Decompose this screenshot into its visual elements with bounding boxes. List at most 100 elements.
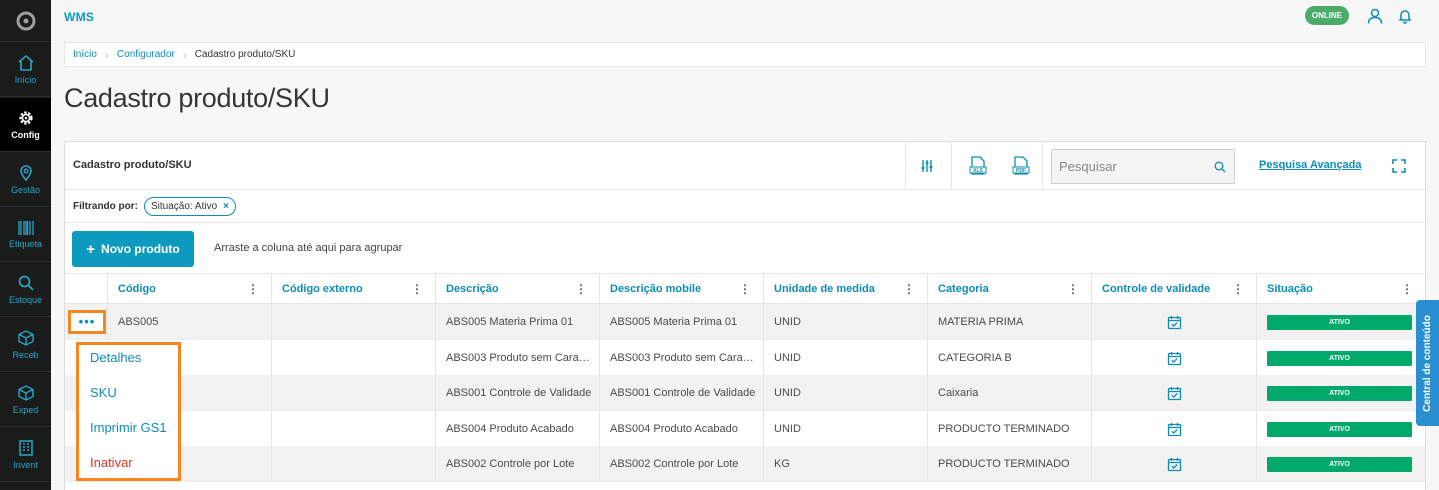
cell-codigo-externo (271, 411, 435, 447)
export-pdf-icon[interactable]: PDF (1009, 154, 1033, 178)
column-header-unidade[interactable]: Unidade de medida ⋮ (763, 274, 927, 303)
cell-text: UNID (774, 387, 801, 399)
row-actions-menu: Detalhes SKU Imprimir GS1 Inativar (76, 342, 181, 481)
cell-text: ABS001 Controle de Validade (446, 387, 592, 399)
table-row[interactable]: ABS001 Controle de Validade ABS001 Contro… (65, 375, 1425, 411)
bell-icon[interactable] (1395, 6, 1415, 26)
cell-text: Caixaria (938, 387, 979, 399)
fullscreen-icon[interactable] (1387, 154, 1411, 178)
cell-descricao-mobile: ABS004 Produto Acabado (599, 411, 763, 447)
cell-categoria: MATERIA PRIMA (927, 304, 1091, 340)
cell-controle-validade (1091, 446, 1256, 482)
menu-item-sku[interactable]: SKU (90, 385, 117, 400)
sidebar-item-exped[interactable]: Exped (0, 373, 51, 427)
sidebar-item-label: Início (14, 75, 37, 85)
status-badge: ATIVO (1267, 421, 1412, 437)
content-center-tab[interactable]: Central de conteúdo (1416, 300, 1439, 426)
column-header-situacao[interactable]: Situação ⋮ (1256, 274, 1425, 303)
svg-text:PDF: PDF (1016, 168, 1026, 174)
table-row[interactable]: ABS003 Produto sem Caracteristica ABS003 … (65, 340, 1425, 376)
calendar-check-icon (1167, 457, 1181, 471)
table-row[interactable]: ABS002 Controle por Lote ABS002 Controle … (65, 446, 1425, 482)
sidebar-item-estoque[interactable]: Estoque (0, 263, 51, 317)
box-icon (17, 330, 34, 346)
advanced-search-link[interactable]: Pesquisa Avançada (1259, 159, 1362, 171)
menu-item-inativar[interactable]: Inativar (90, 455, 133, 470)
sidebar-item-label: Estoque (8, 295, 43, 305)
column-menu-icon[interactable]: ⋮ (903, 283, 915, 295)
column-header-codigo-externo[interactable]: Código externo ⋮ (271, 274, 435, 303)
barcode-icon (17, 221, 34, 235)
sidebar-item-gestao[interactable]: Gestão (0, 153, 51, 207)
home-icon (17, 54, 34, 71)
sidebar-item-inicio[interactable]: Início (0, 43, 51, 97)
sidebar-item-etiqueta[interactable]: Etiqueta (0, 208, 51, 262)
new-product-label: Novo produto (101, 242, 180, 256)
online-status-badge: ONLINE (1305, 6, 1349, 25)
status-badge: ATIVO (1267, 456, 1412, 472)
column-header-descricao[interactable]: Descrição ⋮ (435, 274, 599, 303)
search-input[interactable] (1052, 150, 1202, 183)
filter-chip-situacao[interactable]: Situação: Ativo × (144, 196, 236, 216)
close-icon[interactable]: × (223, 201, 229, 212)
logo-icon[interactable] (0, 0, 51, 42)
column-header-descricao-mobile[interactable]: Descrição mobile ⋮ (599, 274, 763, 303)
more-horizontal-icon: ••• (78, 314, 96, 329)
column-header-controle-validade[interactable]: Controle de validade ⋮ (1091, 274, 1256, 303)
cell-codigo-externo (271, 340, 435, 376)
column-menu-icon[interactable]: ⋮ (1401, 283, 1413, 295)
column-menu-icon[interactable]: ⋮ (1067, 283, 1079, 295)
search-icon (18, 275, 34, 291)
cell-codigo-externo (271, 446, 435, 482)
cell-text: CATEGORIA B (938, 352, 1012, 364)
breadcrumb-item-configurador[interactable]: Configurador (117, 49, 175, 60)
breadcrumb: Início › Configurador › Cadastro produto… (64, 42, 1426, 67)
cell-text: ABS005 Materia Prima 01 (446, 316, 574, 328)
breadcrumb-item-inicio[interactable]: Início (73, 49, 97, 60)
sidebar-item-label: Receb (12, 350, 39, 360)
menu-item-imprimir-gs1[interactable]: Imprimir GS1 (90, 420, 167, 435)
cell-descricao-mobile: ABS005 Materia Prima 01 (599, 304, 763, 340)
search-icon[interactable] (1214, 160, 1226, 178)
cell-descricao: ABS002 Controle por Lote (435, 446, 599, 482)
cell-text: ABS003 Produto sem Caracteristica (446, 352, 599, 364)
sidebar-item-config[interactable]: Config (0, 98, 51, 152)
cell-descricao: ABS005 Materia Prima 01 (435, 304, 599, 340)
user-icon[interactable] (1365, 6, 1385, 26)
cell-situacao: ATIVO (1256, 375, 1425, 411)
sidebar-item-receb[interactable]: Receb (0, 318, 51, 372)
column-menu-icon[interactable]: ⋮ (1232, 283, 1244, 295)
breadcrumb-current: Cadastro produto/SKU (194, 49, 296, 60)
svg-text:XLS: XLS (973, 168, 983, 174)
column-menu-icon[interactable]: ⋮ (575, 283, 587, 295)
cell-text: ABS002 Controle por Lote (610, 458, 739, 470)
calendar-check-icon (1167, 351, 1181, 365)
row-actions-button[interactable]: ••• (68, 310, 106, 334)
column-menu-icon[interactable]: ⋮ (739, 283, 751, 295)
product-panel: Cadastro produto/SKU XLS PDF Pesquisa Av… (64, 141, 1426, 490)
sidebar-item-invent[interactable]: Invent (0, 428, 51, 482)
export-xls-icon[interactable]: XLS (966, 154, 990, 178)
sidebar-item-label: Etiqueta (8, 239, 43, 249)
menu-item-detalhes[interactable]: Detalhes (90, 350, 141, 365)
plus-icon: + (86, 240, 96, 258)
cell-descricao: ABS003 Produto sem Caracteristica (435, 340, 599, 376)
cell-situacao: ATIVO (1256, 340, 1425, 376)
cell-controle-validade (1091, 411, 1256, 447)
column-header-categoria[interactable]: Categoria ⋮ (927, 274, 1091, 303)
column-menu-icon[interactable]: ⋮ (247, 283, 259, 295)
cell-categoria: Caixaria (927, 375, 1091, 411)
status-badge: ATIVO (1267, 385, 1412, 401)
sidebar-item-label: Invent (13, 460, 38, 470)
table-row[interactable]: ABS005 ABS005 Materia Prima 01 ABS005 Mate… (65, 304, 1425, 340)
new-product-button[interactable]: + Novo produto (72, 231, 194, 267)
column-menu-icon[interactable]: ⋮ (411, 283, 423, 295)
column-header-codigo[interactable]: Código ⋮ (107, 274, 271, 303)
cell-descricao: ABS004 Produto Acabado (435, 411, 599, 447)
chevron-right-icon: › (182, 47, 187, 62)
box-icon (17, 385, 34, 401)
cell-text: PRODUCTO TERMINADO (938, 458, 1070, 470)
column-settings-icon[interactable] (915, 154, 939, 178)
cell-controle-validade (1091, 375, 1256, 411)
table-row[interactable]: ABS004 Produto Acabado ABS004 Produto Aca… (65, 411, 1425, 447)
